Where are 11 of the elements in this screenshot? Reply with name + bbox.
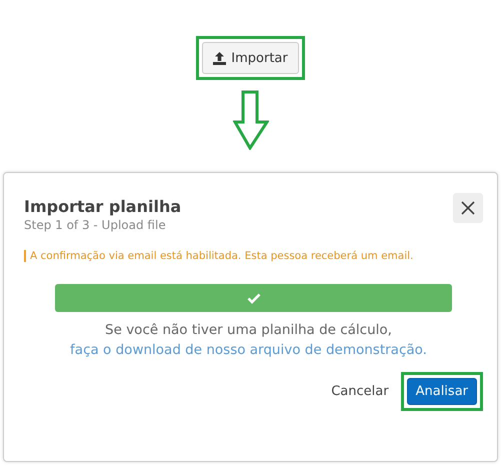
down-arrow-icon xyxy=(232,90,268,150)
dialog-title: Importar planilha xyxy=(24,197,182,216)
analyze-button[interactable]: Analisar xyxy=(406,378,477,405)
upload-icon xyxy=(213,52,226,64)
close-icon xyxy=(461,201,475,215)
hint-text: Se você não tiver uma planilha de cálculo, faça o download de nosso arquivo de demonstração. xyxy=(69,321,428,360)
import-button[interactable]: Importar xyxy=(202,42,299,74)
close-button[interactable] xyxy=(453,193,483,223)
alert-message: A confirmação via email está habilitada. Esta pessoa receberá um email. xyxy=(24,250,483,262)
cancel-button[interactable]: Cancelar xyxy=(327,380,393,403)
dialog-subtitle: Step 1 of 3 - Upload file xyxy=(24,218,167,232)
